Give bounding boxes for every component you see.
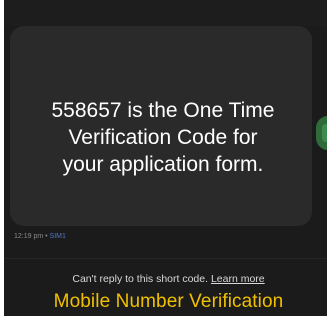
message-bubble[interactable]: 558657 is the One Time Verification Code… bbox=[10, 26, 312, 226]
reply-notice: Can't reply to this short code. Learn mo… bbox=[4, 273, 327, 285]
learn-more-link[interactable]: Learn more bbox=[211, 273, 265, 285]
message-meta: 12:19 pm • SIM1 bbox=[14, 233, 66, 240]
caption: Mobile Number Verification bbox=[53, 291, 284, 312]
divider bbox=[4, 258, 327, 259]
phone-screen: 558657 is the One Time Verification Code… bbox=[1, 0, 330, 319]
side-action-button[interactable] bbox=[316, 116, 327, 150]
top-strip bbox=[4, 0, 327, 26]
message-time: 12:19 pm bbox=[14, 233, 44, 240]
side-action-icon bbox=[322, 124, 327, 142]
sim-label: SIM1 bbox=[49, 233, 66, 240]
message-text: 558657 is the One Time Verification Code… bbox=[51, 99, 275, 176]
reply-notice-text: Can't reply to this short code. bbox=[72, 273, 211, 285]
